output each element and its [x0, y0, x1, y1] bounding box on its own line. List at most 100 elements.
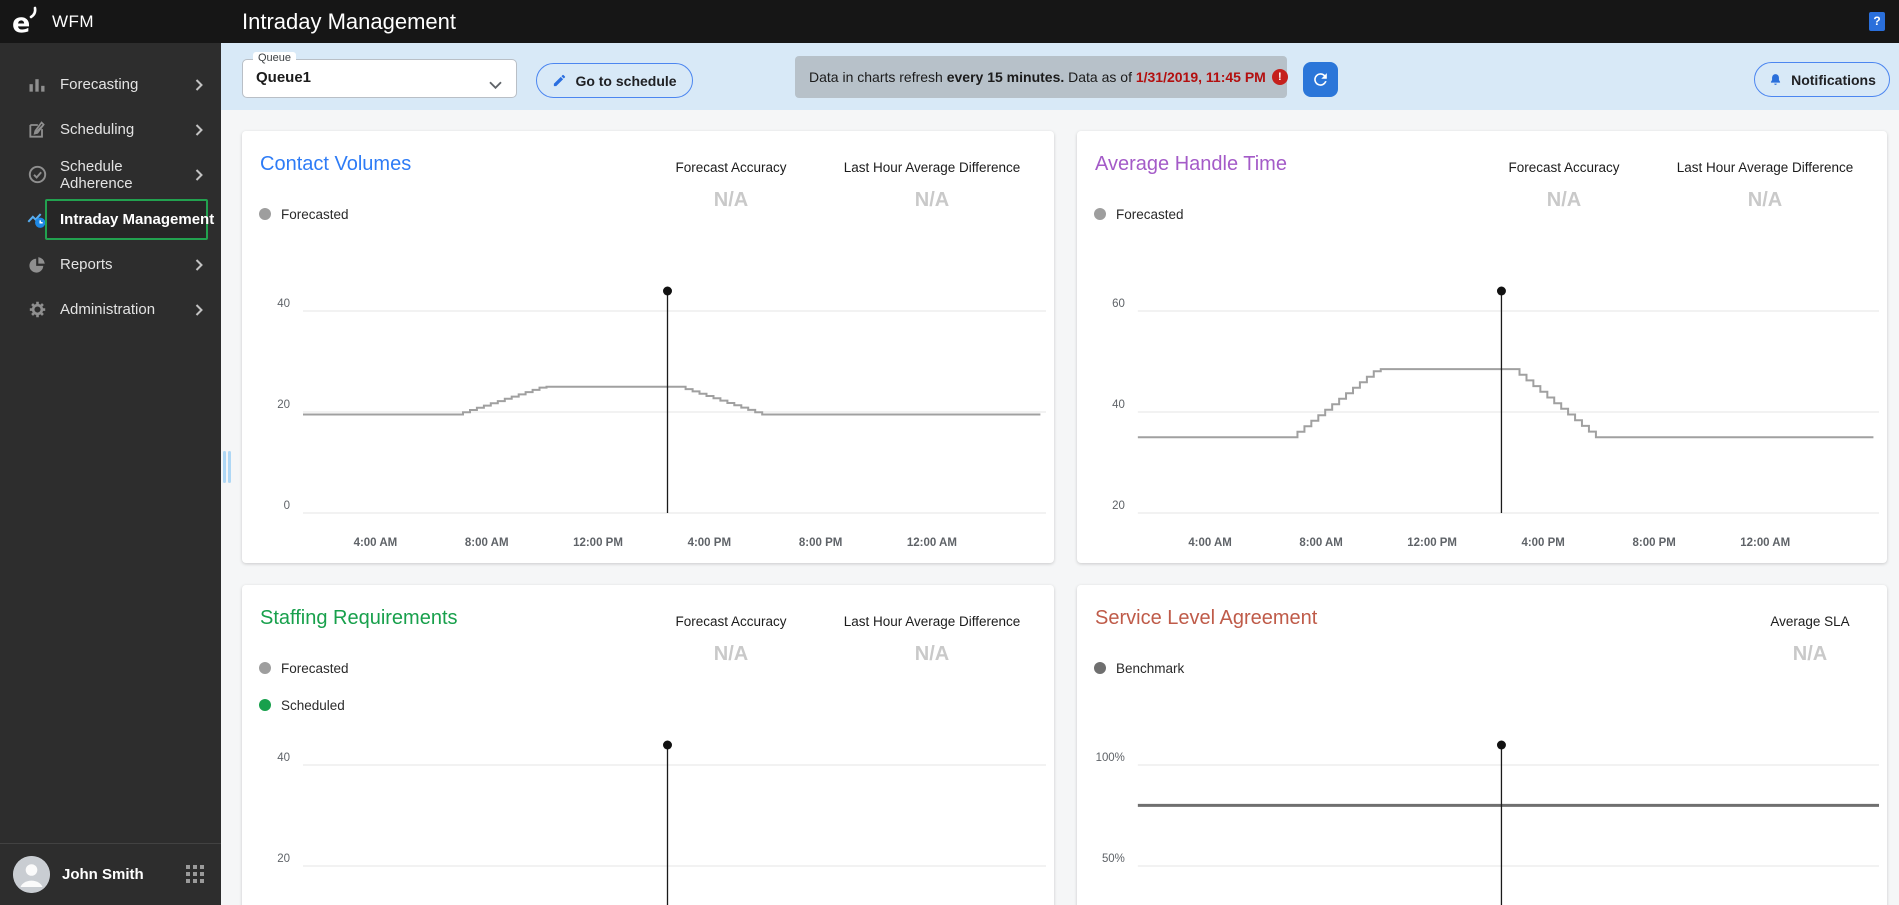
- legend-item: Scheduled: [259, 693, 349, 717]
- legend-item: Forecasted: [259, 656, 349, 680]
- svg-text:40: 40: [277, 298, 290, 310]
- card-title: Staffing Requirements: [260, 607, 458, 629]
- chevron-right-icon: [195, 168, 203, 181]
- svg-text:12:00 PM: 12:00 PM: [573, 537, 623, 549]
- svg-text:4:00 PM: 4:00 PM: [688, 537, 731, 549]
- go-to-schedule-button[interactable]: Go to schedule: [536, 63, 693, 98]
- metric-label: Forecast Accuracy: [1508, 160, 1620, 175]
- refresh-button[interactable]: [1303, 62, 1338, 97]
- metric-label: Average SLA: [1770, 614, 1850, 629]
- sidebar-resize-handle[interactable]: [223, 451, 235, 483]
- svg-text:4:00 AM: 4:00 AM: [1188, 537, 1232, 549]
- sidebar-item-administration[interactable]: Administration: [0, 287, 221, 332]
- user-profile[interactable]: John Smith: [0, 844, 221, 905]
- top-bar: e WFM Intraday Management ?: [0, 0, 1899, 43]
- card-metrics: Forecast Accuracy N/A Last Hour Average …: [656, 614, 1032, 666]
- notifications-button[interactable]: Notifications: [1754, 62, 1890, 97]
- edit-icon: [552, 73, 567, 88]
- warning-icon: !: [1271, 69, 1288, 85]
- svg-text:4:00 PM: 4:00 PM: [1521, 537, 1564, 549]
- legend-dot: [1094, 208, 1106, 220]
- svg-text:e: e: [12, 8, 30, 38]
- chevron-right-icon: [195, 78, 203, 91]
- refresh-icon: [1311, 70, 1330, 89]
- legend-label: Forecasted: [1116, 206, 1184, 222]
- sidebar-item-scheduling[interactable]: Scheduling: [0, 107, 221, 152]
- contact-volumes-chart: 40 20 0 4:00 AM 8:00 AM 12:00 PM 4:00 PM 8:00 P…: [242, 261, 1054, 561]
- queue-select[interactable]: Queue Queue1: [242, 52, 517, 98]
- banner-text: Data as of: [1064, 69, 1136, 85]
- metric-label: Forecast Accuracy: [675, 160, 787, 175]
- sidebar-item-forecasting[interactable]: Forecasting: [0, 62, 221, 107]
- metric-value: N/A: [914, 643, 950, 665]
- app-logo-icon: e: [8, 5, 42, 39]
- brand-text: WFM: [52, 11, 95, 31]
- sidebar-item-schedule-adherence[interactable]: Schedule Adherence: [0, 152, 221, 197]
- card-metrics: Average SLA N/A: [1755, 614, 1865, 666]
- card-metrics: Forecast Accuracy N/A Last Hour Average …: [656, 160, 1032, 212]
- svg-text:4:00 AM: 4:00 AM: [354, 537, 398, 549]
- sidebar-item-intraday-management[interactable]: Intraday Management: [0, 197, 221, 242]
- edit-icon: [26, 119, 48, 141]
- metric-value: N/A: [914, 189, 950, 211]
- legend-dot: [259, 662, 271, 674]
- go-to-schedule-label: Go to schedule: [575, 72, 677, 89]
- svg-text:40: 40: [277, 752, 290, 764]
- card-title: Average Handle Time: [1095, 153, 1287, 175]
- chevron-right-icon: [195, 258, 203, 271]
- sidebar-item-label: Scheduling: [60, 121, 135, 138]
- queue-select-value: Queue1: [256, 69, 312, 86]
- svg-text:20: 20: [277, 399, 290, 411]
- queue-select-label: Queue: [253, 52, 297, 64]
- banner-text-bold: every 15 minutes.: [946, 69, 1065, 85]
- svg-text:8:00 PM: 8:00 PM: [799, 537, 842, 549]
- sidebar-item-label: Schedule Adherence: [60, 157, 133, 192]
- card-title: Contact Volumes: [260, 153, 412, 175]
- metric-label: Last Hour Average Difference: [843, 614, 1021, 629]
- staffing-requirements-chart: 402004:00 AM8:00 AM12:00 PM4:00 PM8:00 P…: [242, 715, 1054, 905]
- metric-value: N/A: [1792, 643, 1828, 665]
- banner-text: Data in charts refresh: [809, 69, 947, 85]
- metric-value: N/A: [1546, 189, 1582, 211]
- chart-legend: Forecasted: [1094, 202, 1184, 226]
- sidebar-item-reports[interactable]: Reports: [0, 242, 221, 287]
- staffing-requirements-card: Staffing Requirements Forecast Accuracy …: [242, 585, 1054, 905]
- service-level-agreement-card: Service Level Agreement Average SLA N/A …: [1077, 585, 1887, 905]
- legend-label: Forecasted: [281, 206, 349, 222]
- contact-volumes-card: Contact Volumes Forecast Accuracy N/A La…: [242, 131, 1054, 563]
- bar-chart-icon: [26, 74, 48, 96]
- legend-label: Forecasted: [281, 660, 349, 676]
- user-name: John Smith: [62, 866, 144, 883]
- legend-item: Forecasted: [1094, 202, 1184, 226]
- toolbar: Queue Queue1 Go to schedule Data in char…: [221, 43, 1899, 110]
- metric-label: Forecast Accuracy: [675, 614, 787, 629]
- chevron-right-icon: [195, 123, 203, 136]
- sidebar-item-label: Reports: [60, 256, 113, 273]
- pie-chart-icon: [26, 254, 48, 276]
- card-title: Service Level Agreement: [1095, 607, 1318, 629]
- svg-text:40: 40: [1112, 399, 1125, 411]
- legend-dot: [259, 699, 271, 711]
- chart-legend: Forecasted: [259, 202, 349, 226]
- svg-text:12:00 AM: 12:00 AM: [907, 537, 957, 549]
- metric-value: N/A: [713, 643, 749, 665]
- svg-text:60: 60: [1112, 298, 1125, 310]
- metric-value: N/A: [713, 189, 749, 211]
- help-icon[interactable]: ?: [1869, 12, 1885, 31]
- sidebar-nav: Forecasting Scheduling Schedule Adherenc…: [0, 62, 221, 332]
- page-title: Intraday Management: [242, 9, 457, 34]
- legend-label: Benchmark: [1116, 660, 1185, 676]
- average-handle-time-card: Average Handle Time Forecast Accuracy N/…: [1077, 131, 1887, 563]
- gear-icon: [26, 299, 48, 321]
- svg-text:12:00 PM: 12:00 PM: [1407, 537, 1457, 549]
- bell-icon: [1768, 72, 1783, 88]
- avatar: [13, 856, 50, 893]
- svg-text:20: 20: [1112, 500, 1125, 512]
- svg-text:12:00 AM: 12:00 AM: [1740, 537, 1790, 549]
- banner-timestamp: 1/31/2019, 11:45 PM: [1135, 69, 1266, 85]
- data-refresh-banner: Data in charts refresh every 15 minutes.…: [795, 56, 1288, 98]
- legend-dot: [1094, 662, 1106, 674]
- sidebar-item-label: Forecasting: [60, 76, 139, 93]
- svg-text:50%: 50%: [1102, 853, 1125, 865]
- apps-grid-icon[interactable]: [186, 865, 205, 884]
